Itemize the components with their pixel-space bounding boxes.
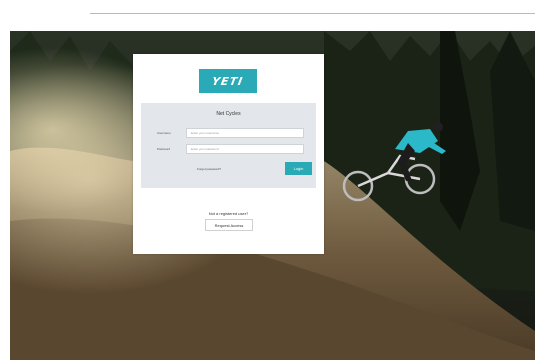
password-input[interactable] [186,144,304,154]
logo-text: YETI [211,74,245,88]
username-label: Username [157,131,171,135]
forgot-password-link[interactable]: Forgot password? [197,167,221,171]
not-registered-text: Not a registered user? [208,211,249,216]
top-divider [90,13,535,14]
login-card: YETI Net Cycles Username Password Forgot… [133,54,324,254]
password-label: Password [157,147,171,151]
username-row: Username [141,128,316,139]
login-form: Net Cycles Username Password Forgot pass… [141,103,316,188]
form-title: Net Cycles [216,111,241,117]
username-input[interactable] [186,128,304,138]
password-row: Password [141,144,316,155]
request-access-button[interactable]: Request Access [205,219,253,231]
brand-logo: YETI [199,69,257,93]
login-button[interactable]: Login [285,162,312,175]
